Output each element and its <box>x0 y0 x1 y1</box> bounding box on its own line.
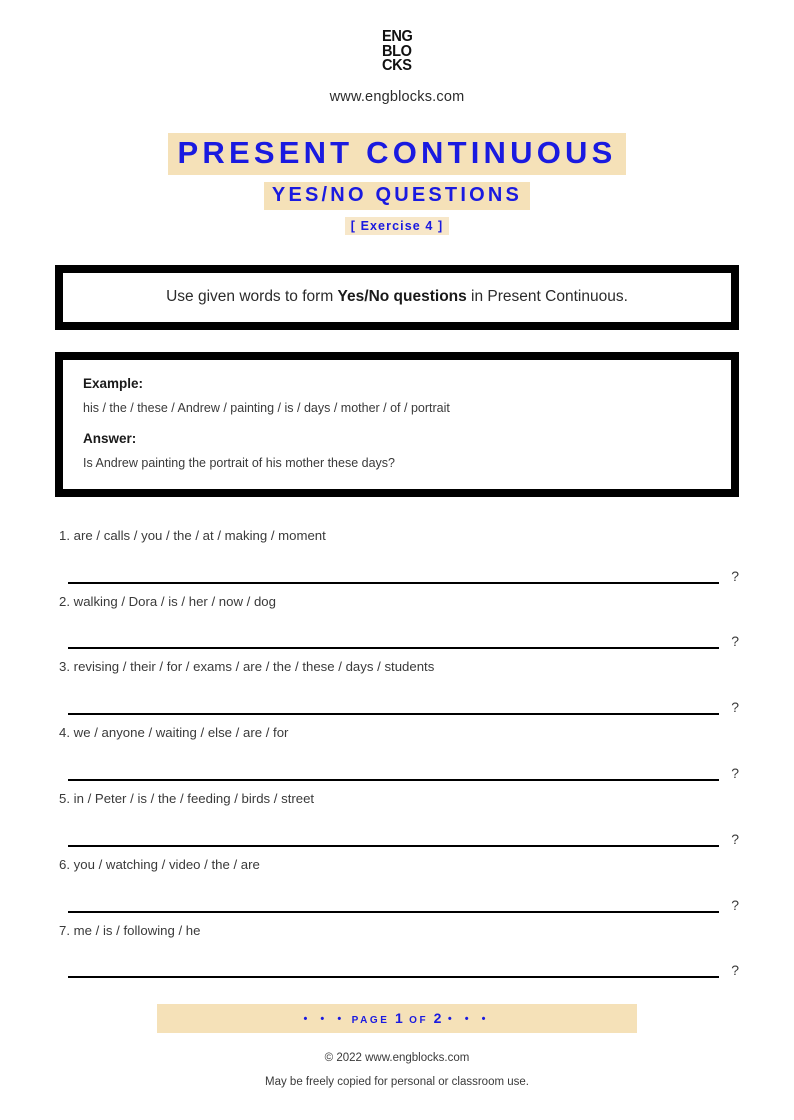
site-url: www.engblocks.com <box>329 89 465 106</box>
worksheet-subtitle: YES/NO QUESTIONS <box>263 182 531 211</box>
exercise-prompt: 6. you / watching / video / the / are <box>55 856 739 874</box>
engblocks-logo: ENG BLO CKS <box>381 29 413 75</box>
answer-row[interactable]: ? <box>55 565 739 584</box>
page-word: PAGE <box>351 1015 390 1027</box>
dots-left: • • • <box>303 1013 347 1026</box>
answer-line[interactable] <box>68 647 719 650</box>
exercise-prompt: 4. we / anyone / waiting / else / are / … <box>55 724 739 742</box>
worksheet-subtitle-row: YES/NO QUESTIONS <box>0 182 794 211</box>
exercise-label-row: [ Exercise 4 ] <box>0 217 794 236</box>
exercise-item: 7. me / is / following / he ? <box>55 922 739 979</box>
answer-row[interactable]: ? <box>55 828 739 847</box>
question-mark: ? <box>731 699 739 716</box>
exercise-number: 5. <box>59 791 70 807</box>
exercise-words: you / watching / video / the / are <box>73 856 260 872</box>
answer-row[interactable]: ? <box>55 959 739 979</box>
exercise-item: 1. are / calls / you / the / at / making… <box>55 527 739 584</box>
answer-line[interactable] <box>68 976 719 979</box>
answer-line[interactable] <box>68 581 719 584</box>
question-mark: ? <box>731 765 739 782</box>
exercise-words: in / Peter / is / the / feeding / birds … <box>73 791 315 807</box>
exercise-words: revising / their / for / exams / are / t… <box>73 659 435 675</box>
title-group: PRESENT CONTINUOUS YES/NO QUESTIONS [ Ex… <box>0 133 794 236</box>
answer-line[interactable] <box>68 910 719 913</box>
exercise-number: 7. <box>59 922 70 938</box>
worksheet-title: PRESENT CONTINUOUS <box>168 133 626 176</box>
question-mark: ? <box>731 962 739 979</box>
page-indicator: • • • PAGE 1 OF 2 • • • <box>157 1004 637 1034</box>
example-box: Example: his / the / these / Andrew / pa… <box>55 352 739 497</box>
total-page-number: 2 <box>433 1010 443 1027</box>
exercise-prompt: 1. are / calls / you / the / at / making… <box>55 527 739 545</box>
exercise-list: 1. are / calls / you / the / at / making… <box>55 497 739 979</box>
exercise-number: 1. <box>59 527 70 543</box>
exercise-number: 6. <box>59 856 70 872</box>
example-words: his / the / these / Andrew / painting / … <box>83 401 450 416</box>
instruction-part-2: in Present Continuous. <box>466 288 628 306</box>
exercise-item: 2. walking / Dora / is / her / now / dog… <box>55 593 739 650</box>
instruction-part-1: Use given words to form <box>166 288 338 306</box>
answer-label: Answer: <box>83 430 137 446</box>
question-mark: ? <box>731 896 739 913</box>
instruction-text: Use given words to form Yes/No questions… <box>79 287 715 307</box>
instruction-box: Use given words to form Yes/No questions… <box>55 265 739 331</box>
exercise-words: we / anyone / waiting / else / are / for <box>73 725 289 741</box>
exercise-words: me / is / following / he <box>73 922 201 938</box>
answer-line[interactable] <box>68 844 719 847</box>
copyright-block: © 2022 www.engblocks.com May be freely c… <box>0 1052 794 1088</box>
current-page-number: 1 <box>394 1010 404 1027</box>
exercise-words: are / calls / you / the / at / making / … <box>73 527 326 543</box>
answer-row[interactable]: ? <box>55 894 739 913</box>
exercise-number: 4. <box>59 725 70 741</box>
question-mark: ? <box>731 567 739 584</box>
exercise-prompt: 5. in / Peter / is / the / feeding / bir… <box>55 790 739 808</box>
exercise-number-label: [ Exercise 4 ] <box>344 217 450 236</box>
exercise-item: 3. revising / their / for / exams / are … <box>55 658 739 716</box>
question-mark: ? <box>731 633 739 650</box>
question-mark: ? <box>731 830 739 847</box>
page-band-container: • • • PAGE 1 OF 2 • • • <box>0 1004 794 1034</box>
instruction-bold-part: Yes/No questions <box>337 288 467 306</box>
exercise-item: 6. you / watching / video / the / are ? <box>55 856 739 913</box>
exercise-number: 2. <box>59 593 70 609</box>
exercise-item: 5. in / Peter / is / the / feeding / bir… <box>55 790 739 847</box>
exercise-prompt: 3. revising / their / for / exams / are … <box>55 658 739 676</box>
worksheet-title-row: PRESENT CONTINUOUS <box>0 133 794 176</box>
of-word: OF <box>409 1015 429 1027</box>
dots-right: • • • <box>447 1013 491 1026</box>
answer-row[interactable]: ? <box>55 630 739 650</box>
answer-row[interactable]: ? <box>55 696 739 716</box>
answer-row[interactable]: ? <box>55 762 739 782</box>
exercise-words: walking / Dora / is / her / now / dog <box>73 593 276 609</box>
logo-line-3: CKS <box>381 57 412 75</box>
example-label: Example: <box>83 376 144 392</box>
answer-line[interactable] <box>68 779 719 782</box>
answer-line[interactable] <box>68 713 719 716</box>
header: ENG BLO CKS www.engblocks.com <box>0 0 794 106</box>
example-answer: Is Andrew painting the portrait of his m… <box>83 455 395 470</box>
copyright-line-2: May be freely copied for personal or cla… <box>265 1076 529 1089</box>
exercise-prompt: 7. me / is / following / he <box>55 922 739 940</box>
exercise-prompt: 2. walking / Dora / is / her / now / dog <box>55 593 739 611</box>
copyright-line-1: © 2022 www.engblocks.com <box>324 1052 470 1065</box>
exercise-number: 3. <box>59 659 70 675</box>
exercise-item: 4. we / anyone / waiting / else / are / … <box>55 724 739 782</box>
